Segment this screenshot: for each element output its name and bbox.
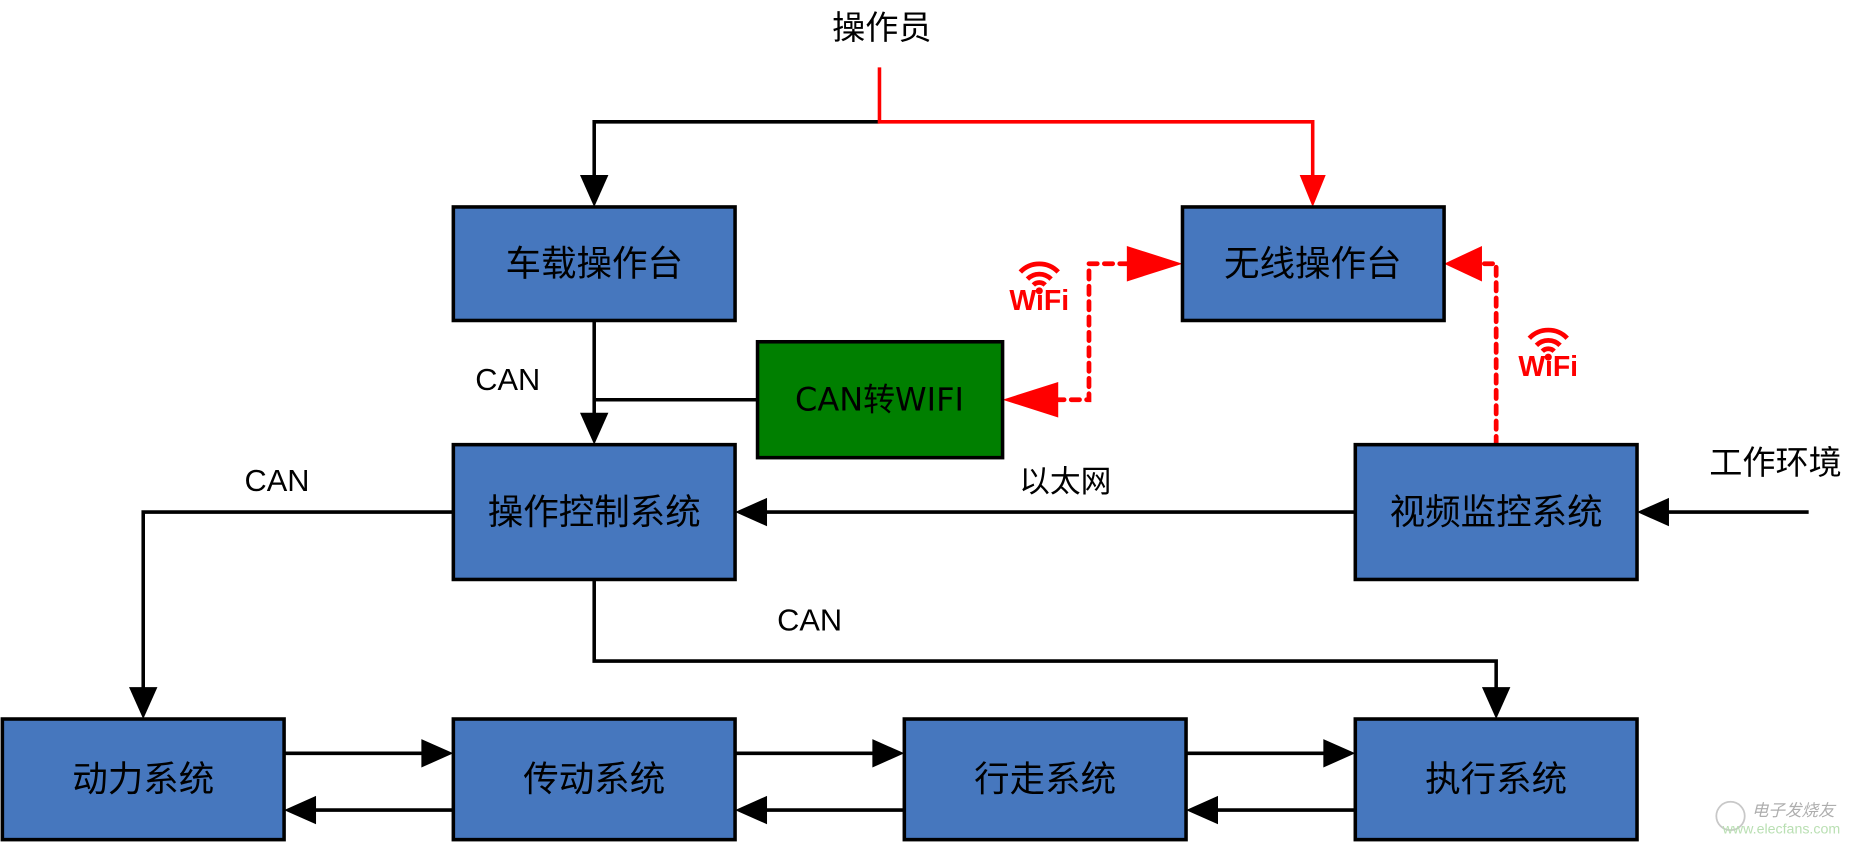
edge-control-to-execution	[592, 579, 1498, 692]
arrowhead-right-red	[1126, 245, 1183, 282]
node-label: 行走系统	[974, 759, 1116, 800]
node-label: 视频监控系统	[1390, 492, 1603, 533]
ethernet-label: 以太网	[1019, 464, 1111, 500]
arrowhead-down	[580, 175, 609, 207]
edge-control-to-power	[141, 510, 454, 692]
node-wireless-console: 无线操作台	[1180, 205, 1446, 323]
edge-video-to-wireless-console	[1477, 261, 1499, 448]
arrowhead-right	[872, 739, 905, 768]
node-label: 传动系统	[523, 759, 665, 800]
node-transmission-system: 传动系统	[451, 717, 737, 842]
arrowhead-left	[1186, 795, 1218, 825]
arrowhead-left-red	[1002, 381, 1059, 418]
node-label: 无线操作台	[1224, 244, 1402, 285]
node-can-to-wifi: CAN转WIFI	[755, 339, 1005, 460]
wifi-label-right: WiFi	[1518, 351, 1578, 383]
node-vehicle-console: 车载操作台	[451, 205, 737, 323]
arrowhead-left-red	[1444, 245, 1482, 282]
edge-wifi-bridge-to-wireless-console	[1053, 261, 1149, 403]
node-power-system: 动力系统	[0, 717, 286, 842]
edge-operator-to-wireless-console	[877, 67, 1315, 178]
arrowhead-down-red	[1299, 175, 1326, 207]
operator-label: 操作员	[832, 8, 931, 47]
arrowhead-right	[421, 739, 454, 768]
watermark: 电子发烧友 www.elecfans.com	[1715, 800, 1841, 838]
node-label: 执行系统	[1425, 759, 1567, 800]
node-label: 操作控制系统	[488, 492, 701, 533]
node-label: 动力系统	[72, 759, 214, 800]
edge-operator-to-vehicle-console	[592, 120, 880, 180]
node-label: CAN转WIFI	[795, 380, 964, 418]
wireless-connections	[877, 67, 1315, 178]
can-label-vertical: CAN	[475, 362, 540, 397]
node-execution-system: 执行系统	[1353, 717, 1639, 842]
node-video-monitor: 视频监控系统	[1353, 442, 1639, 582]
system-architecture-diagram: WiFi WiFi 车载操作台 无线操作台 CAN转WIFI 操作控制系统 视频…	[0, 8, 1842, 842]
arrowhead-down	[1481, 687, 1511, 720]
arrowhead-down	[580, 412, 609, 445]
arrowhead-left	[735, 497, 768, 527]
watermark-url: www.elecfans.com	[1722, 822, 1841, 838]
can-label-bottom: CAN	[777, 602, 842, 637]
arrowhead-left	[1637, 497, 1669, 527]
arrowhead-down	[129, 687, 158, 720]
arrowhead-left	[284, 795, 317, 825]
wifi-label-left: WiFi	[1009, 285, 1069, 317]
can-label-left: CAN	[244, 463, 309, 498]
arrowhead-right	[1323, 739, 1356, 768]
node-control-system: 操作控制系统	[451, 442, 737, 582]
node-label: 车载操作台	[505, 244, 683, 285]
arrowhead-left	[735, 795, 768, 825]
watermark-brand: 电子发烧友	[1752, 801, 1837, 820]
node-walking-system: 行走系统	[902, 717, 1188, 842]
environment-label: 工作环境	[1709, 443, 1842, 482]
